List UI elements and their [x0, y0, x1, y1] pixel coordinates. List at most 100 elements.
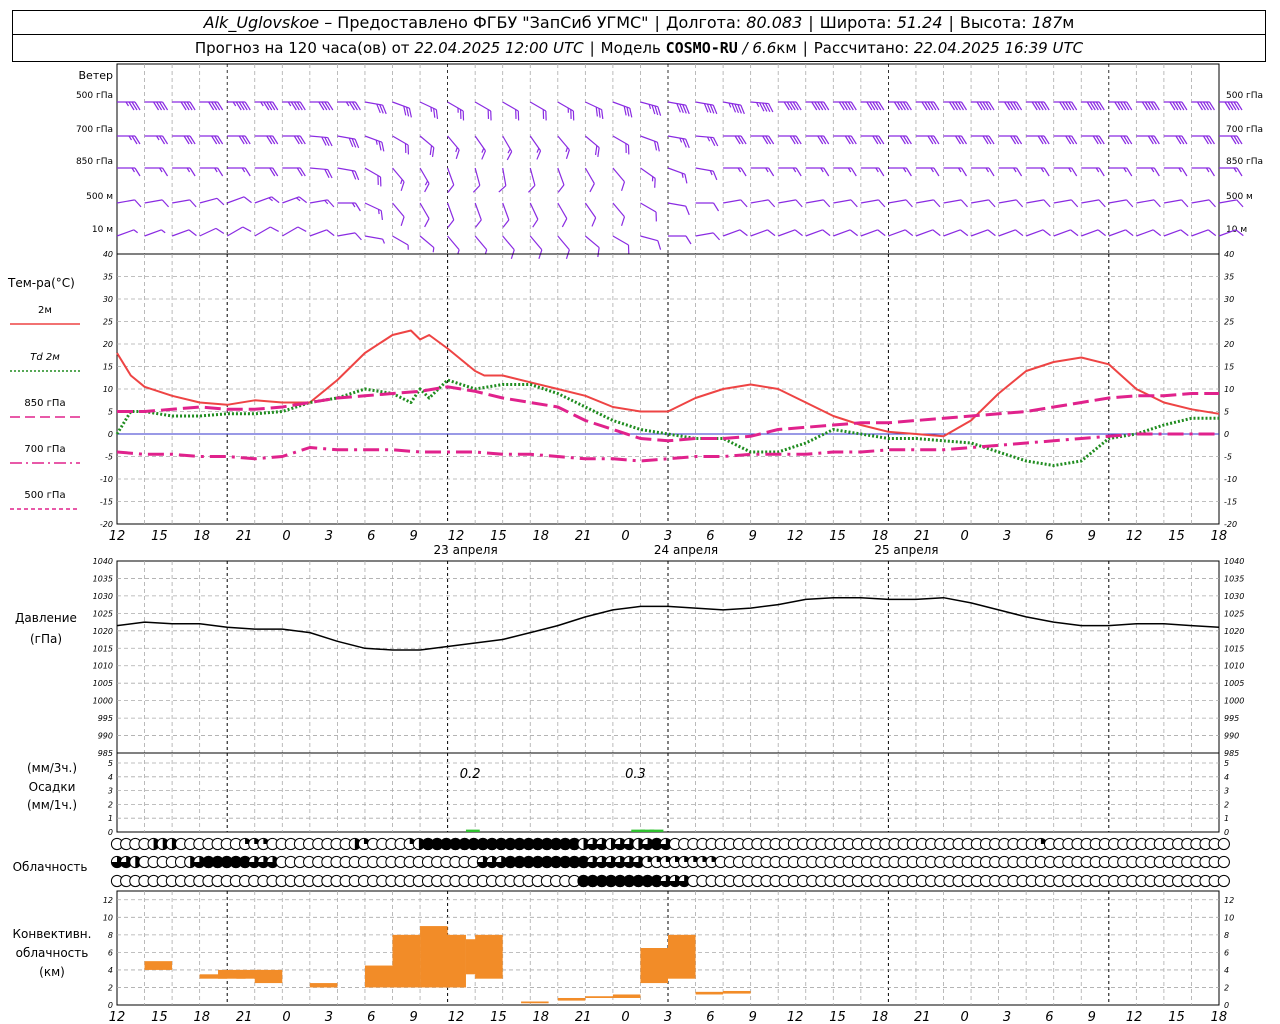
- temp-time-label: 12: [787, 529, 804, 544]
- conv-time-label: 18: [533, 1010, 550, 1024]
- temp-time-label: 6: [706, 529, 714, 544]
- wind-barb: [971, 135, 995, 145]
- pressure-tick-right: 990: [1224, 732, 1239, 741]
- temp-tick-right: 20: [1224, 340, 1234, 349]
- temp-time-label: 21: [575, 529, 592, 544]
- wind-barb: [860, 199, 886, 208]
- conv-time-label: 9: [749, 1010, 757, 1024]
- wind-barb: [1136, 199, 1161, 208]
- wind-barb: [364, 167, 382, 187]
- wind-barb: [805, 101, 830, 111]
- wind-barb: [1191, 167, 1215, 177]
- wind-barb: [226, 196, 252, 204]
- wind-barb: [612, 202, 626, 226]
- conv-tick-left: 10: [103, 913, 113, 922]
- temp-legend-label: Td 2м: [30, 352, 60, 363]
- conv-time-label: 18: [872, 1010, 889, 1024]
- wind-barb: [943, 167, 968, 177]
- pressure-tick-left: 995: [98, 714, 113, 723]
- conv-time-label: 3: [664, 1010, 672, 1024]
- conv-time-label: 0: [960, 1010, 968, 1024]
- wind-barb: [364, 235, 386, 244]
- wind-barb: [227, 135, 251, 145]
- wind-barb: [498, 167, 507, 193]
- wind-barb: [998, 229, 1024, 237]
- temp-tick-right: -5: [1224, 453, 1232, 462]
- wind-barb: [116, 199, 142, 208]
- precip-bar: [649, 829, 664, 832]
- wind-barb: [474, 101, 492, 121]
- temp-tick-left: -10: [100, 475, 113, 484]
- wind-barb: [392, 101, 412, 118]
- temp-time-label: 21: [914, 529, 931, 544]
- temp-time-label: 6: [1045, 529, 1053, 544]
- wind-barb: [1108, 101, 1133, 111]
- wind-barb: [1219, 167, 1243, 177]
- temp-tick-right: -15: [1224, 498, 1237, 507]
- temp-tick-right: 35: [1224, 273, 1234, 282]
- wind-barb: [915, 199, 941, 208]
- wind-barb: [612, 135, 630, 155]
- wind-barb: [419, 167, 430, 193]
- pressure-tick-right: 1005: [1224, 679, 1244, 688]
- wind-barb: [529, 202, 539, 228]
- wind-barb: [364, 101, 387, 115]
- wind-barb: [1163, 199, 1189, 208]
- pressure-tick-right: 1010: [1224, 662, 1244, 671]
- wind-barb: [943, 101, 968, 111]
- wind-barb: [750, 199, 776, 208]
- conv-time-label: 21: [575, 1010, 592, 1024]
- wind-barb: [888, 135, 912, 145]
- temp-tick-left: 0: [108, 430, 113, 439]
- wind-barb: [695, 101, 718, 115]
- wind-barb: [1026, 199, 1051, 208]
- pressure-tick-right: 985: [1224, 749, 1239, 758]
- pressure-tick-right: 1035: [1224, 574, 1244, 583]
- wind-barb: [282, 196, 308, 204]
- wind-barb: [1191, 101, 1215, 111]
- wind-barb: [667, 202, 690, 216]
- wind-barb: [364, 135, 385, 152]
- wind-barb: [1136, 167, 1160, 177]
- wind-barb: [474, 235, 488, 255]
- conv-time-label: 18: [1211, 1010, 1228, 1024]
- wind-barb: [888, 167, 912, 177]
- wind-barb: [282, 135, 306, 145]
- wind-barb: [943, 229, 969, 237]
- temp-tick-left: 25: [103, 318, 113, 327]
- wind-barb: [309, 199, 335, 208]
- pressure-tick-right: 995: [1224, 714, 1239, 723]
- wind-barb: [805, 135, 830, 145]
- wind-barb: [144, 167, 169, 177]
- conv-tick-right: 4: [1224, 966, 1229, 975]
- wind-barb: [172, 101, 196, 111]
- wind-barb: [254, 135, 279, 145]
- precip-unit-1h: (мм/1ч.): [27, 798, 77, 812]
- conv-time-label: 15: [829, 1010, 846, 1024]
- wind-barb: [528, 167, 536, 193]
- temp-tick-right: 5: [1224, 408, 1229, 417]
- pressure-tick-left: 1015: [93, 644, 113, 653]
- wind-barb: [722, 101, 745, 115]
- wind-barb: [392, 202, 405, 226]
- conv-tick-right: 2: [1224, 983, 1229, 992]
- wind-barb: [1191, 199, 1216, 208]
- wind-barb: [1108, 167, 1133, 177]
- wind-barb: [612, 167, 626, 191]
- wind-barb: [337, 202, 361, 212]
- wind-barb: [805, 229, 831, 237]
- temp-time-label: 15: [829, 529, 846, 544]
- temp-time-label: 6: [367, 529, 375, 544]
- conv-bar: [144, 961, 173, 970]
- conv-tick-left: 6: [108, 948, 113, 957]
- pressure-tick-right: 1025: [1224, 609, 1244, 618]
- wind-barb: [1026, 101, 1050, 111]
- temp-tick-right: 15: [1224, 363, 1234, 372]
- temp-tick-right: -20: [1224, 520, 1237, 529]
- wind-barb: [1191, 135, 1215, 145]
- wind-barb: [805, 199, 831, 208]
- wind-barb: [281, 226, 307, 237]
- temp-legend-label: 850 гПа: [24, 398, 65, 409]
- temp-tick-left: -15: [100, 498, 113, 507]
- wind-level-label-right: 700 гПа: [1226, 125, 1263, 135]
